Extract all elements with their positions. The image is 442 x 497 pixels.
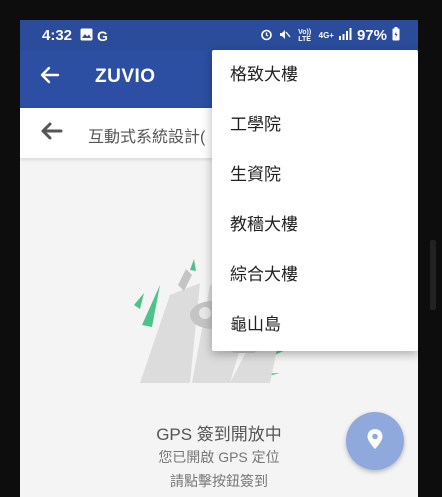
gps-status-line2: 請點擊按鈕簽到 [170, 473, 268, 489]
menu-item-location[interactable]: 工學院 [212, 100, 418, 150]
battery-percent: 97% [356, 27, 387, 44]
gallery-icon [80, 28, 93, 44]
menu-item-location[interactable]: 龜山島 [212, 300, 418, 350]
menu-item-location[interactable]: 教穡大樓 [212, 200, 418, 250]
location-dropdown-menu: 格致大樓 工學院 生資院 教穡大樓 綜合大樓 龜山島 [212, 50, 418, 351]
google-icon: G [97, 28, 108, 44]
status-notification-icons: G [80, 28, 108, 44]
status-system-icons: Vo)) LTE 4G+ 97% [260, 27, 400, 44]
alarm-icon [260, 28, 273, 44]
back-arrow-icon[interactable] [38, 64, 60, 93]
course-name: 互動式系統設計( [88, 129, 206, 146]
location-pin-icon [366, 428, 384, 455]
check-in-location-button[interactable] [346, 412, 404, 470]
course-back-icon[interactable] [38, 118, 64, 148]
menu-item-location[interactable]: 生資院 [212, 150, 418, 200]
network-type-icon: 4G+ [318, 31, 334, 40]
phone-screen: 4:32 G Vo)) LTE 4G+ 97% ZUVIO 互動式系統設計(G… [20, 20, 418, 497]
signal-icon [338, 28, 352, 43]
status-bar: 4:32 G Vo)) LTE 4G+ 97% [20, 20, 418, 50]
volte-icon: Vo)) LTE [298, 28, 312, 43]
status-time: 4:32 [42, 27, 73, 44]
app-title: ZUVIO [95, 66, 156, 87]
phone-side-button [430, 240, 436, 310]
menu-item-location[interactable]: 格致大樓 [212, 50, 418, 100]
phone-bezel-top [0, 0, 442, 20]
phone-bezel-left [0, 0, 20, 497]
menu-item-location[interactable]: 綜合大樓 [212, 250, 418, 300]
mute-icon [278, 28, 291, 44]
battery-icon [392, 27, 400, 44]
